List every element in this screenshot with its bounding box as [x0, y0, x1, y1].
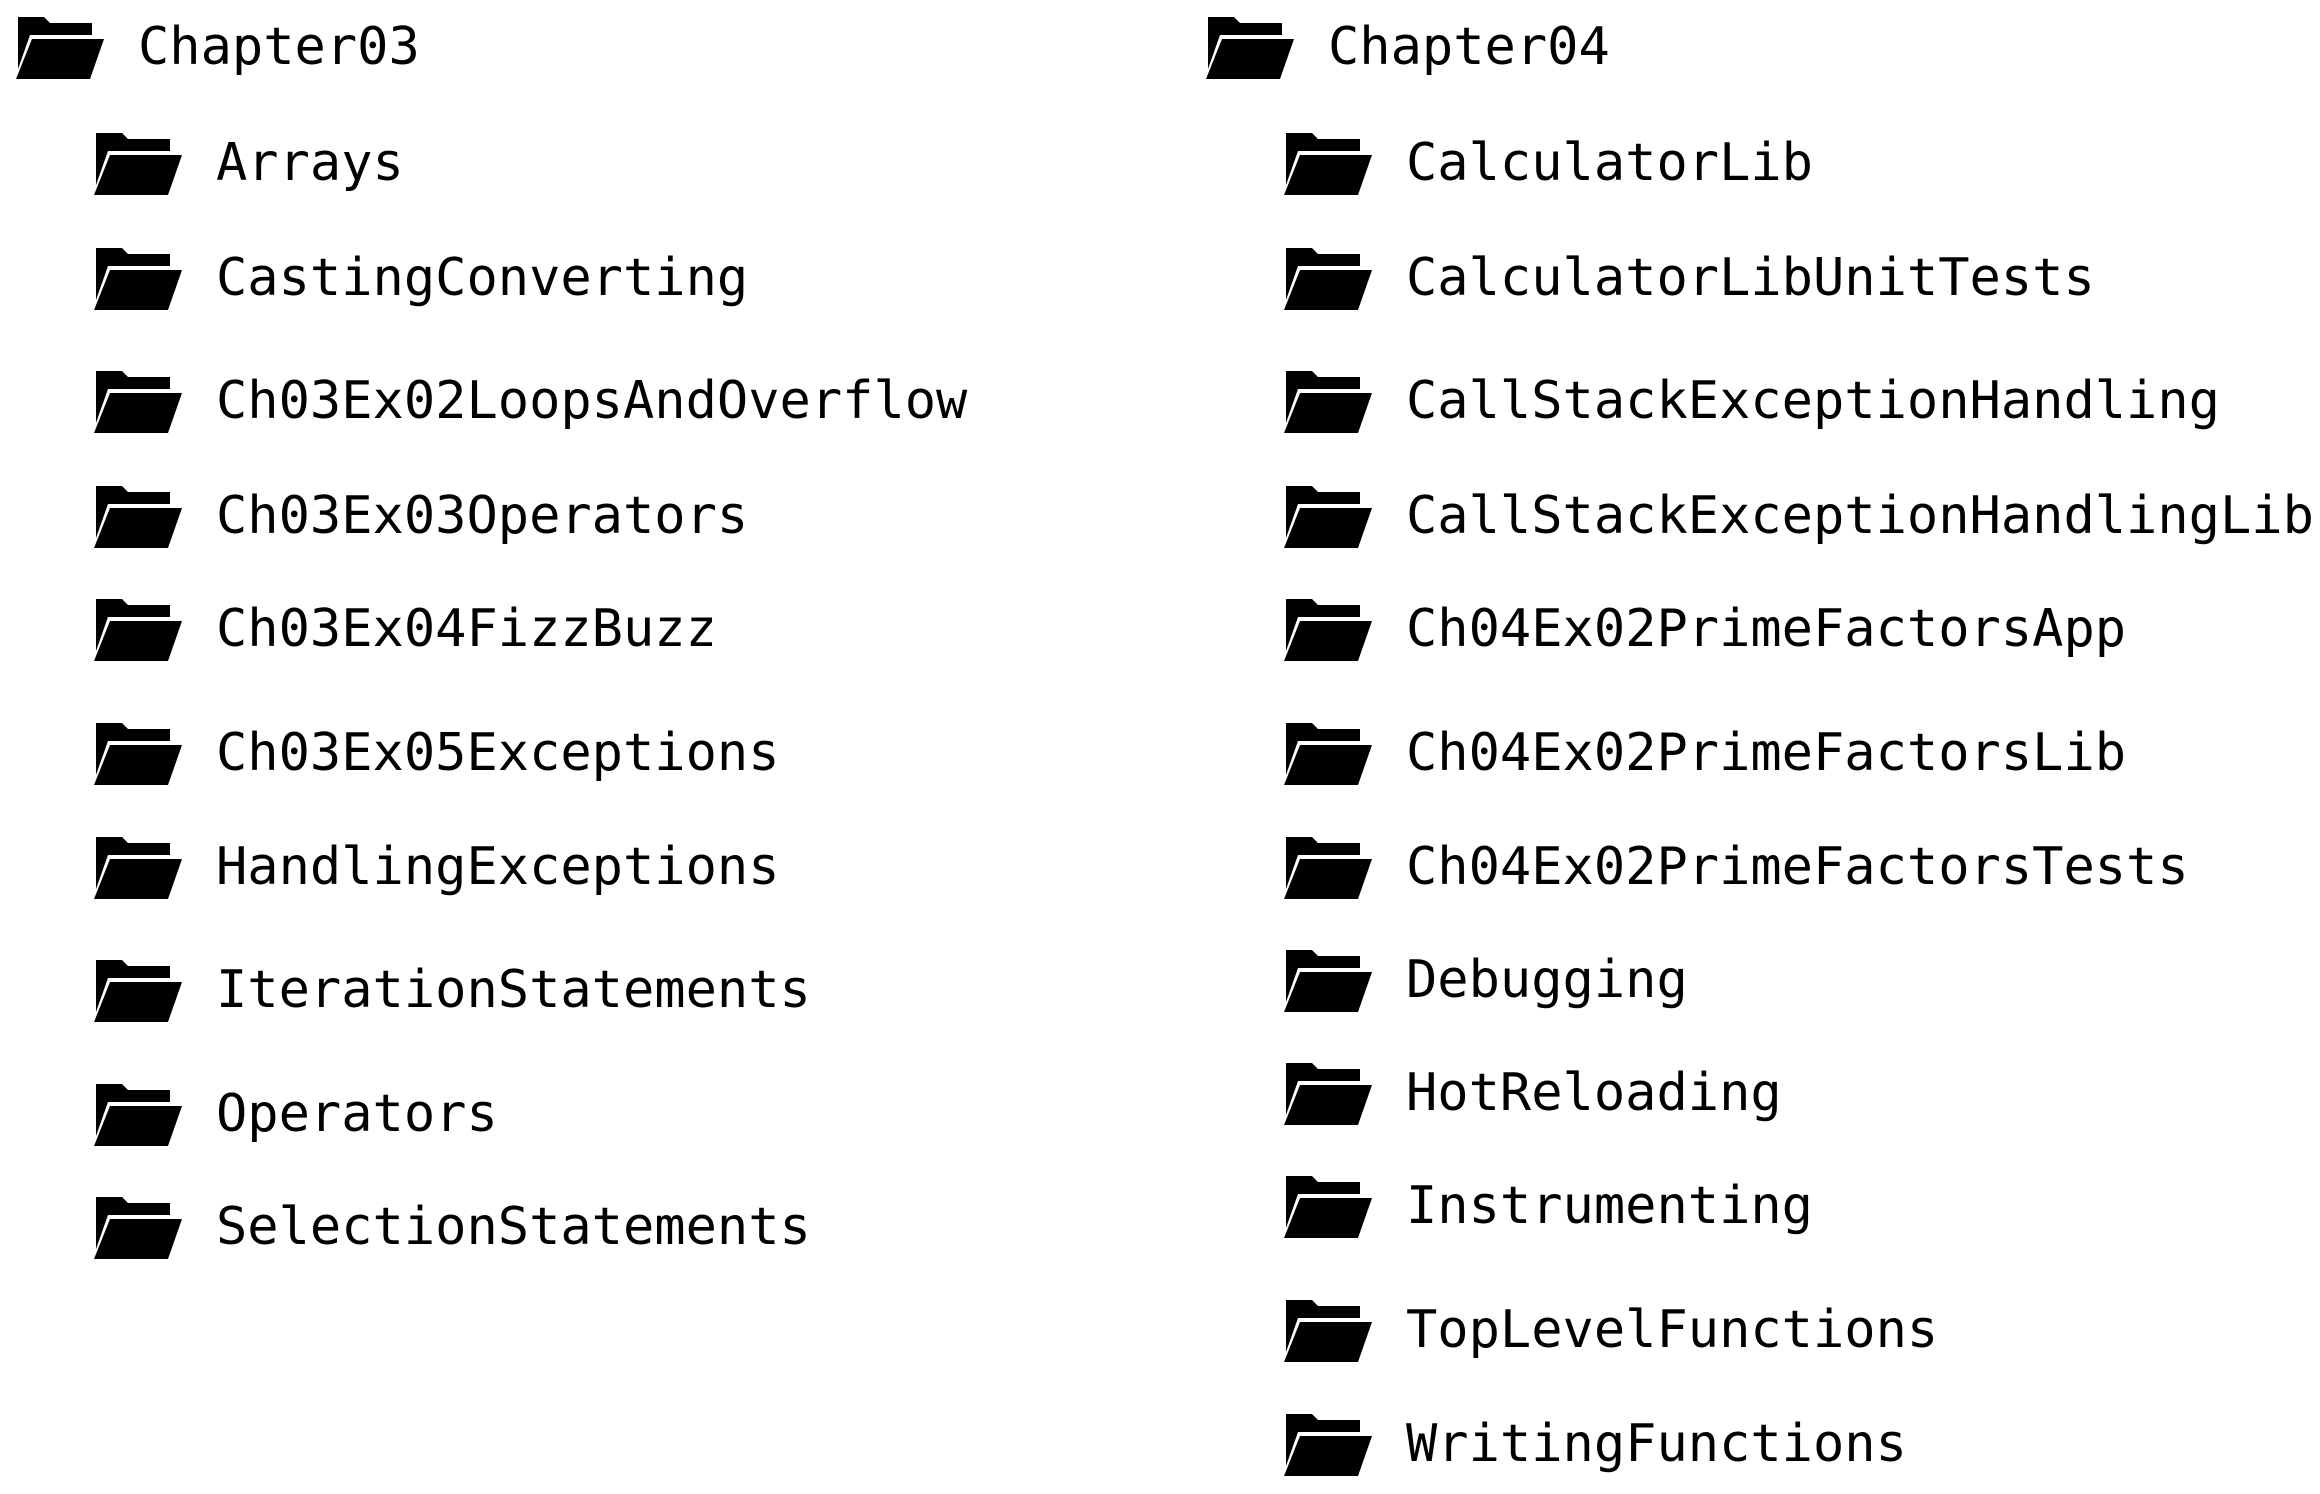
- folder-label: Instrumenting: [1406, 1176, 1813, 1236]
- folder-label: IterationStatements: [216, 960, 811, 1020]
- folder-open-icon: [92, 956, 184, 1024]
- folder-label: WritingFunctions: [1406, 1414, 1907, 1474]
- folder-open-icon: [1282, 129, 1374, 197]
- folder-label: Ch04Ex02PrimeFactorsTests: [1406, 837, 2189, 897]
- folder-label: Ch04Ex02PrimeFactorsApp: [1406, 599, 2127, 659]
- folder-open-icon: [92, 482, 184, 550]
- folder-item[interactable]: Ch03Ex03Operators: [92, 466, 748, 566]
- folder-item[interactable]: Ch04Ex02PrimeFactorsLib: [1282, 703, 2126, 803]
- folder-item[interactable]: Arrays: [92, 113, 404, 213]
- folder-open-icon: [1282, 1172, 1374, 1240]
- folder-item[interactable]: Ch04Ex02PrimeFactorsApp: [1282, 579, 2126, 679]
- folder-item[interactable]: IterationStatements: [92, 940, 811, 1040]
- folder-open-icon: [92, 129, 184, 197]
- folder-label: Debugging: [1406, 950, 1688, 1010]
- folder-item-root[interactable]: Chapter03: [14, 0, 420, 97]
- folder-label: Ch03Ex05Exceptions: [216, 723, 780, 783]
- folder-item[interactable]: Instrumenting: [1282, 1156, 1813, 1256]
- folder-label: CallStackExceptionHandling: [1406, 371, 2220, 431]
- folder-label: TopLevelFunctions: [1406, 1300, 1939, 1360]
- folder-open-icon: [1282, 719, 1374, 787]
- folder-item[interactable]: Ch03Ex04FizzBuzz: [92, 579, 717, 679]
- folder-open-icon: [92, 595, 184, 663]
- folder-item[interactable]: CallStackExceptionHandling: [1282, 351, 2220, 451]
- folder-item[interactable]: CastingConverting: [92, 228, 748, 328]
- folder-item[interactable]: Ch03Ex02LoopsAndOverflow: [92, 351, 967, 451]
- folder-open-icon: [1282, 1410, 1374, 1478]
- folder-label: Operators: [216, 1084, 498, 1144]
- folder-open-icon: [1282, 595, 1374, 663]
- folder-label: CalculatorLibUnitTests: [1406, 248, 2095, 308]
- folder-label: Chapter04: [1328, 17, 1610, 77]
- folder-item[interactable]: Ch04Ex02PrimeFactorsTests: [1282, 817, 2189, 917]
- folder-open-icon: [1282, 833, 1374, 901]
- folder-open-icon: [92, 719, 184, 787]
- folder-item[interactable]: Debugging: [1282, 930, 1688, 1030]
- folder-open-icon: [92, 1193, 184, 1261]
- folder-item[interactable]: WritingFunctions: [1282, 1394, 1907, 1494]
- folder-open-icon: [1282, 1059, 1374, 1127]
- folder-label: CalculatorLib: [1406, 133, 1813, 193]
- folder-open-icon: [14, 13, 106, 81]
- folder-label: CallStackExceptionHandlingLib: [1406, 486, 2314, 546]
- folder-open-icon: [92, 833, 184, 901]
- folder-item[interactable]: CalculatorLibUnitTests: [1282, 228, 2095, 328]
- folder-item[interactable]: CalculatorLib: [1282, 113, 1813, 213]
- folder-open-icon: [92, 1080, 184, 1148]
- folder-label: Ch03Ex02LoopsAndOverflow: [216, 371, 968, 431]
- folder-open-icon: [1282, 946, 1374, 1014]
- folder-open-icon: [1282, 367, 1374, 435]
- folder-item[interactable]: TopLevelFunctions: [1282, 1280, 1938, 1380]
- folder-item[interactable]: SelectionStatements: [92, 1177, 811, 1277]
- folder-label: SelectionStatements: [216, 1197, 811, 1257]
- folder-label: CastingConverting: [216, 248, 749, 308]
- folder-item[interactable]: HotReloading: [1282, 1043, 1782, 1143]
- folder-item-root[interactable]: Chapter04: [1204, 0, 1610, 97]
- folder-label: Ch03Ex03Operators: [216, 486, 749, 546]
- folder-open-icon: [1204, 13, 1296, 81]
- folder-item[interactable]: Operators: [92, 1064, 498, 1164]
- folder-item[interactable]: Ch03Ex05Exceptions: [92, 703, 780, 803]
- folder-item[interactable]: CallStackExceptionHandlingLib: [1282, 466, 2314, 566]
- folder-label: Ch03Ex04FizzBuzz: [216, 599, 717, 659]
- folder-label: Chapter03: [138, 17, 420, 77]
- folder-open-icon: [1282, 482, 1374, 550]
- folder-label: HotReloading: [1406, 1063, 1782, 1123]
- folder-label: Arrays: [216, 133, 404, 193]
- folder-label: HandlingExceptions: [216, 837, 780, 897]
- folder-open-icon: [92, 244, 184, 312]
- folder-item[interactable]: HandlingExceptions: [92, 817, 780, 917]
- folder-open-icon: [1282, 1296, 1374, 1364]
- folder-label: Ch04Ex02PrimeFactorsLib: [1406, 723, 2127, 783]
- folder-open-icon: [1282, 244, 1374, 312]
- folder-open-icon: [92, 367, 184, 435]
